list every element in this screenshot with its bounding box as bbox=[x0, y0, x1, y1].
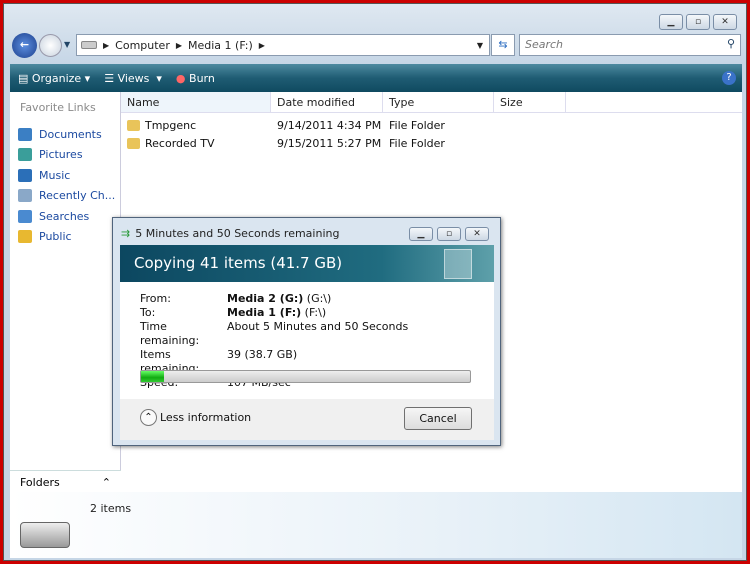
burn-label: Burn bbox=[189, 71, 215, 85]
sidebar-label: Searches bbox=[39, 209, 90, 223]
column-headers: Name Date modified Type Size bbox=[121, 92, 742, 113]
detail-label: From: bbox=[140, 292, 171, 305]
file-name: Tmpgenc bbox=[145, 118, 197, 132]
sidebar-label: Recently Ch... bbox=[39, 189, 116, 203]
column-date-modified[interactable]: Date modified bbox=[271, 92, 383, 112]
folders-toggle[interactable]: Folders ⌃ bbox=[10, 470, 121, 492]
drive-name: Media 2 (G:) bbox=[227, 292, 304, 305]
chevron-right-icon: ▶ bbox=[175, 40, 182, 50]
refresh-button[interactable]: ⇆ bbox=[491, 34, 515, 56]
drive-icon bbox=[20, 522, 70, 548]
favorite-links-title: Favorite Links bbox=[20, 101, 96, 114]
back-button[interactable]: ← bbox=[12, 33, 37, 58]
sidebar-item-public[interactable]: Public bbox=[10, 227, 120, 248]
folders-label: Folders bbox=[20, 476, 60, 489]
detail-label: To: bbox=[140, 306, 156, 319]
sidebar-item-searches[interactable]: Searches bbox=[10, 206, 120, 227]
navigation-pane: Favorite Links Documents Pictures Music … bbox=[10, 92, 121, 492]
sidebar-item-music[interactable]: Music bbox=[10, 165, 120, 186]
drive-icon bbox=[81, 41, 97, 49]
sidebar-label: Public bbox=[39, 230, 72, 244]
history-dropdown-icon[interactable]: ▼ bbox=[64, 40, 70, 49]
less-information-toggle[interactable]: ⌃ Less information bbox=[140, 409, 251, 426]
chevron-up-icon: ⌃ bbox=[101, 476, 111, 489]
file-name: Recorded TV bbox=[145, 136, 215, 150]
sidebar-label: Music bbox=[39, 168, 71, 182]
column-size[interactable]: Size bbox=[494, 92, 566, 112]
detail-value: Media 2 (G:) (G:\) bbox=[227, 292, 408, 306]
file-date: 9/14/2011 4:34 PM bbox=[277, 118, 382, 132]
maximize-button[interactable]: ▫ bbox=[686, 14, 710, 30]
copy-icon: ⇉ bbox=[121, 227, 131, 240]
sidebar-label: Pictures bbox=[39, 148, 83, 162]
folder-icon bbox=[127, 137, 140, 149]
file-row[interactable]: Recorded TV 9/15/2011 5:27 PM File Folde… bbox=[121, 134, 742, 152]
close-button[interactable]: ✕ bbox=[713, 14, 737, 30]
file-type: File Folder bbox=[389, 136, 445, 150]
pictures-icon bbox=[18, 148, 32, 162]
documents-graphic-icon bbox=[444, 249, 472, 279]
forward-button[interactable] bbox=[39, 34, 62, 57]
detail-text: About 5 Minutes and 50 Seconds bbox=[227, 320, 409, 333]
recent-icon bbox=[18, 189, 32, 203]
sidebar-item-documents[interactable]: Documents bbox=[10, 124, 120, 145]
detail-text: (F:\) bbox=[301, 306, 327, 319]
dialog-maximize-button[interactable]: ▫ bbox=[437, 227, 461, 241]
file-date: 9/15/2011 5:27 PM bbox=[277, 136, 382, 150]
drive-name: Media 1 (F:) bbox=[227, 306, 302, 319]
chevron-right-icon: ▶ bbox=[103, 40, 110, 50]
copy-progress-dialog: ⇉ 5 Minutes and 50 Seconds remaining ▁ ▫… bbox=[112, 217, 501, 446]
views-button[interactable]: ☰ Views ▾ bbox=[104, 72, 162, 85]
views-label: Views bbox=[117, 71, 150, 85]
dialog-body: From: Media 2 (G:) (G:\) To: Media 1 (F:) (… bbox=[120, 282, 494, 399]
help-icon[interactable]: ? bbox=[722, 71, 736, 85]
music-icon bbox=[18, 168, 32, 182]
sidebar-item-recently-changed[interactable]: Recently Ch... bbox=[10, 186, 120, 207]
burn-button[interactable]: ● Burn bbox=[176, 72, 215, 85]
folder-icon bbox=[127, 119, 140, 131]
address-dropdown-icon[interactable]: ▼ bbox=[477, 41, 483, 50]
detail-label: Time remaining: bbox=[140, 320, 200, 347]
search-icon[interactable]: ⚲ bbox=[727, 37, 735, 50]
detail-text: 39 (38.7 GB) bbox=[227, 348, 298, 361]
crumb-media1[interactable]: Media 1 (F:) bbox=[188, 39, 253, 52]
dialog-footer: ⌃ Less information Cancel bbox=[120, 399, 494, 440]
minimize-button[interactable]: ▁ bbox=[659, 14, 683, 30]
chevron-up-icon: ⌃ bbox=[140, 409, 157, 426]
details-pane: 2 items bbox=[10, 492, 742, 558]
item-count: 2 items bbox=[90, 502, 132, 515]
public-folder-icon bbox=[18, 230, 32, 244]
documents-icon bbox=[18, 127, 32, 141]
less-information-label: Less information bbox=[160, 411, 252, 424]
dialog-banner: Copying 41 items (41.7 GB) bbox=[120, 245, 494, 282]
file-row[interactable]: Tmpgenc 9/14/2011 4:34 PM File Folder bbox=[121, 116, 742, 134]
progress-bar bbox=[140, 370, 471, 383]
detail-value: Media 1 (F:) (F:\) bbox=[227, 306, 408, 320]
search-placeholder: Search bbox=[525, 38, 564, 51]
progress-fill bbox=[141, 371, 165, 382]
column-name[interactable]: Name bbox=[121, 92, 271, 112]
burn-icon: ● bbox=[175, 71, 186, 85]
file-type: File Folder bbox=[389, 118, 445, 132]
crumb-computer[interactable]: Computer bbox=[115, 39, 170, 52]
dialog-close-button[interactable]: ✕ bbox=[465, 227, 489, 241]
search-input[interactable]: Search ⚲ bbox=[519, 34, 741, 56]
dialog-title: 5 Minutes and 50 Seconds remaining bbox=[135, 227, 340, 240]
command-bar: ▤ Organize ▾ ☰ Views ▾ ● Burn ? bbox=[10, 64, 742, 92]
sidebar-label: Documents bbox=[39, 127, 102, 141]
cancel-button[interactable]: Cancel bbox=[404, 407, 472, 430]
dialog-heading: Copying 41 items (41.7 GB) bbox=[134, 254, 343, 272]
organize-button[interactable]: ▤ Organize ▾ bbox=[18, 72, 90, 85]
detail-text: (G:\) bbox=[303, 292, 332, 305]
dialog-minimize-button[interactable]: ▁ bbox=[409, 227, 433, 241]
organize-label: Organize bbox=[31, 71, 82, 85]
chevron-right-icon: ▶ bbox=[258, 40, 265, 50]
sidebar-item-pictures[interactable]: Pictures bbox=[10, 145, 120, 166]
searches-icon bbox=[18, 209, 32, 223]
address-bar[interactable]: ▶ Computer ▶ Media 1 (F:) ▶ ▼ bbox=[76, 34, 490, 56]
detail-value: About 5 Minutes and 50 Seconds bbox=[227, 320, 408, 348]
column-type[interactable]: Type bbox=[383, 92, 494, 112]
